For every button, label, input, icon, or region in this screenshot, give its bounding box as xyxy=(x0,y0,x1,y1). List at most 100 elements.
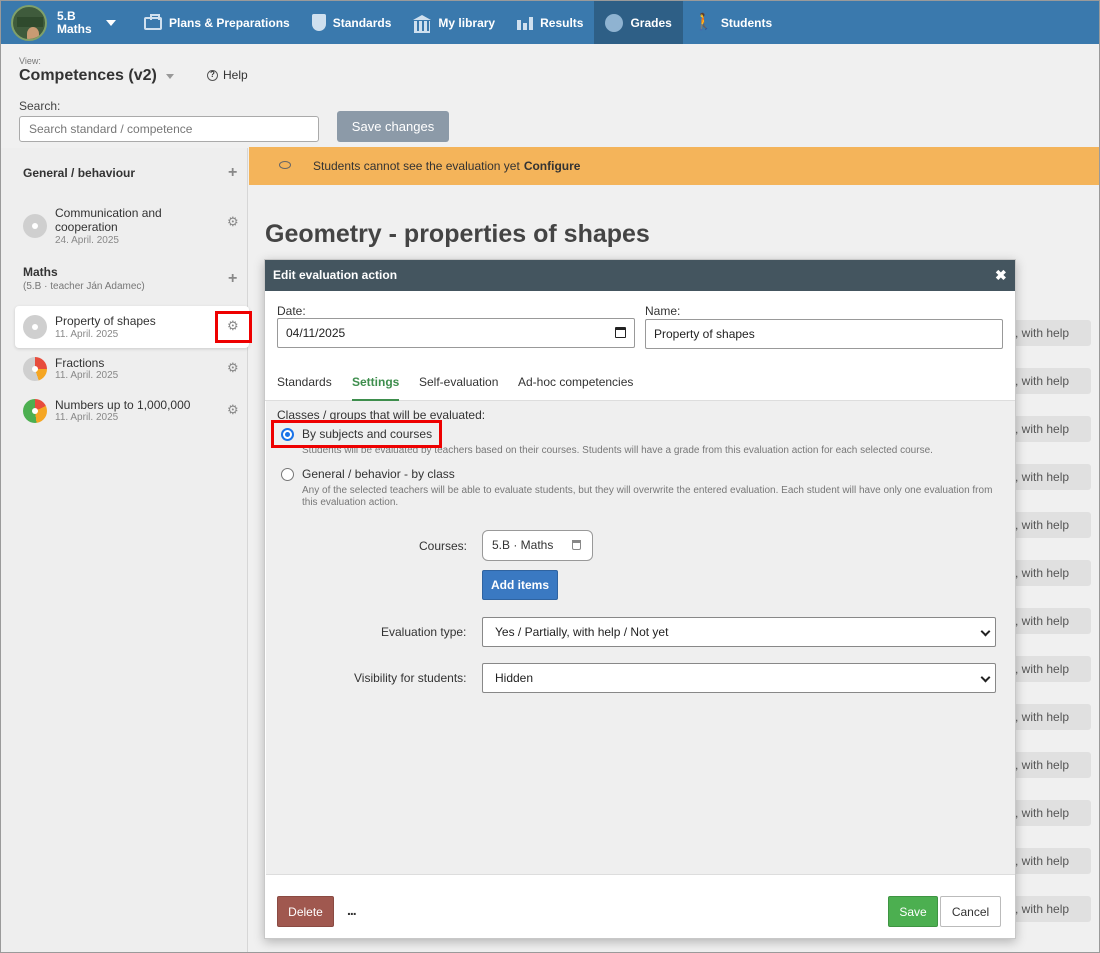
briefcase-icon xyxy=(144,14,162,30)
sidebar-item-date: 24. April. 2025 xyxy=(55,235,119,246)
progress-pie-icon xyxy=(23,315,47,339)
date-field[interactable]: 04/11/2025 xyxy=(277,318,635,348)
save-changes-button[interactable]: Save changes xyxy=(337,111,449,142)
evaluation-pill[interactable]: , with help xyxy=(1011,656,1091,682)
configure-link[interactable]: Configure xyxy=(524,159,581,173)
evaluation-pill[interactable]: , with help xyxy=(1011,608,1091,634)
progress-pie-icon xyxy=(23,357,47,381)
progress-pie-icon xyxy=(23,214,47,238)
add-items-button[interactable]: Add items xyxy=(482,570,558,600)
help-link[interactable]: ? Help xyxy=(207,68,248,82)
app-window: 5.B Maths Plans & Preparations Standards… xyxy=(0,0,1100,953)
nav-students[interactable]: 🚶 Students xyxy=(683,1,783,44)
tab-standards[interactable]: Standards xyxy=(277,375,332,401)
library-icon xyxy=(413,14,432,33)
radio-by-class-help: Any of the selected teachers will be abl… xyxy=(302,485,993,508)
trash-icon[interactable] xyxy=(572,540,581,550)
progress-pie-icon xyxy=(23,399,47,423)
date-label: Date: xyxy=(277,304,306,318)
nav-standards-label: Standards xyxy=(332,15,392,30)
gear-icon[interactable]: ⚙ xyxy=(227,360,239,376)
page-title: Geometry - properties of shapes xyxy=(265,220,650,248)
chevron-down-icon xyxy=(980,672,991,683)
sidebar-item-communication[interactable]: Communication and cooperation 24. April.… xyxy=(15,202,249,248)
date-value: 04/11/2025 xyxy=(286,326,346,340)
tab-self-evaluation[interactable]: Self-evaluation xyxy=(419,375,498,401)
view-label: View: xyxy=(19,56,41,66)
course-chip-label: 5.B · Maths xyxy=(492,538,554,552)
chevron-down-icon[interactable] xyxy=(105,19,116,26)
nav-students-label: Students xyxy=(720,15,773,30)
sidebar-item-fractions[interactable]: Fractions 11. April. 2025 ⚙ xyxy=(15,352,249,388)
evaluation-pill[interactable]: , with help xyxy=(1011,896,1091,922)
course-chip: 5.B · Maths xyxy=(482,530,593,561)
highlight-box xyxy=(271,420,442,448)
nav-standards[interactable]: Standards xyxy=(301,1,403,44)
visibility-select[interactable]: Hidden xyxy=(482,663,996,693)
evaluation-pill[interactable]: , with help xyxy=(1011,848,1091,874)
evaluation-type-label: Evaluation type: xyxy=(381,625,467,639)
visibility-label: Visibility for students: xyxy=(354,671,467,685)
nav-grades[interactable]: Grades xyxy=(594,1,683,44)
radio-by-class[interactable] xyxy=(281,468,294,481)
tab-settings[interactable]: Settings xyxy=(352,375,400,401)
students-icon: 🚶 xyxy=(693,13,714,31)
evaluation-pill[interactable]: , with help xyxy=(1011,512,1091,538)
sidebar-item-numbers[interactable]: Numbers up to 1,000,000 11. April. 2025 … xyxy=(15,394,249,430)
evaluation-pill[interactable]: , with help xyxy=(1011,416,1091,442)
sidebar-item-title: Numbers up to 1,000,000 xyxy=(55,398,191,412)
calendar-icon[interactable] xyxy=(615,327,626,338)
evaluation-pill[interactable]: , with help xyxy=(1011,368,1091,394)
sidebar-item-title: Property of shapes xyxy=(55,314,156,328)
visibility-value: Hidden xyxy=(495,671,534,685)
class-selector[interactable]: 5.B Maths xyxy=(1,1,133,44)
search-input[interactable] xyxy=(19,116,319,142)
evaluation-pill[interactable]: , with help xyxy=(1011,560,1091,586)
sidebar-item-date: 11. April. 2025 xyxy=(55,370,119,381)
grades-icon xyxy=(605,13,624,32)
shield-icon xyxy=(311,14,326,31)
save-button[interactable]: Save xyxy=(888,896,938,927)
plus-icon[interactable]: + xyxy=(228,165,237,181)
nav-plans[interactable]: Plans & Preparations xyxy=(133,1,301,44)
tab-ad-hoc-competencies[interactable]: Ad-hoc competencies xyxy=(518,375,633,401)
chevron-down-icon[interactable] xyxy=(166,74,174,79)
view-selector[interactable]: Competences (v2) xyxy=(19,67,157,85)
evaluation-type-value: Yes / Partially, with help / Not yet xyxy=(495,625,669,639)
help-label: Help xyxy=(223,68,248,82)
nav-results-label: Results xyxy=(540,15,584,30)
banner-text: Students cannot see the evaluation yet xyxy=(313,159,520,173)
visibility-banner: Students cannot see the evaluation yet C… xyxy=(249,147,1099,185)
section-general-title: General / behaviour xyxy=(23,166,136,180)
evaluation-pill[interactable]: , with help xyxy=(1011,464,1091,490)
radio-by-class-label[interactable]: General / behavior - by class xyxy=(302,467,455,481)
class-name: 5.B xyxy=(57,8,76,23)
name-field[interactable]: Property of shapes xyxy=(645,319,1003,349)
sidebar-item-property-of-shapes[interactable]: Property of shapes 11. April. 2025 ⚙ xyxy=(15,306,249,348)
eye-off-icon xyxy=(279,161,291,169)
nav-results[interactable]: Results xyxy=(506,1,594,44)
sidebar-item-date: 11. April. 2025 xyxy=(55,329,119,340)
delete-button[interactable]: Delete xyxy=(277,896,334,927)
courses-label: Courses: xyxy=(419,539,468,553)
section-maths-subtitle: (5.B · teacher Ján Adamec) xyxy=(23,281,145,292)
plus-icon[interactable]: + xyxy=(228,271,237,287)
gear-icon[interactable]: ⚙ xyxy=(227,214,239,230)
evaluation-pill[interactable]: , with help xyxy=(1011,752,1091,778)
sidebar-item-date: 11. April. 2025 xyxy=(55,412,119,423)
nav-library-label: My library xyxy=(438,15,496,30)
evaluation-pill[interactable]: , with help xyxy=(1011,800,1091,826)
cancel-button[interactable]: Cancel xyxy=(940,896,1001,927)
close-icon[interactable]: ✖ xyxy=(995,260,1007,291)
search-label: Search: xyxy=(19,99,61,113)
evaluation-pill[interactable]: , with help xyxy=(1011,704,1091,730)
nav-library[interactable]: My library xyxy=(402,1,506,44)
modal-tabs: Standards Settings Self-evaluation Ad-ho… xyxy=(265,370,1015,401)
sidebar-item-title: Fractions xyxy=(55,356,105,370)
class-label: 5.B Maths xyxy=(57,8,92,36)
evaluation-type-select[interactable]: Yes / Partially, with help / Not yet xyxy=(482,617,996,647)
gear-icon[interactable]: ⚙ xyxy=(227,402,239,418)
chevron-down-icon xyxy=(980,626,991,637)
more-options-button[interactable]: ... xyxy=(347,902,357,918)
evaluation-pill[interactable]: , with help xyxy=(1011,320,1091,346)
